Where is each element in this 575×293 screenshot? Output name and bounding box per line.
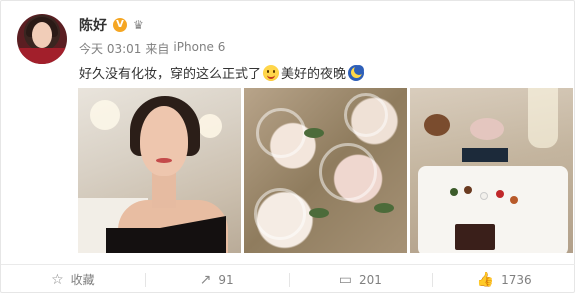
avatar[interactable]	[17, 14, 67, 64]
smile-icon	[263, 64, 280, 81]
like-icon: 👍	[476, 271, 495, 288]
post-meta: 今天 03:01 来自 iPhone 6	[79, 40, 225, 57]
vip-icon[interactable]: V	[113, 18, 127, 32]
photo-dessert[interactable]	[410, 88, 573, 253]
post-text-part2: 美好的夜晚	[281, 67, 347, 82]
photo-roses[interactable]	[244, 88, 407, 253]
photo-grid	[78, 88, 573, 253]
post-text-part1: 好久没有化妆，穿的这么正式了	[79, 67, 262, 82]
photo-selfie[interactable]	[78, 88, 241, 253]
like-count: 1736	[501, 272, 532, 287]
source-prefix: 来自	[145, 42, 170, 56]
share-button[interactable]: ↗ 91	[144, 265, 289, 293]
action-bar: ☆ 收藏 ↗ 91 ▭ 201 👍 1736	[1, 265, 575, 293]
author-name[interactable]: 陈好	[79, 15, 107, 35]
share-count: 91	[218, 272, 234, 287]
crown-icon[interactable]: ♛	[133, 18, 148, 32]
comment-count: 201	[359, 272, 382, 287]
share-icon: ↗	[199, 271, 212, 288]
comment-button[interactable]: ▭ 201	[288, 265, 433, 293]
comment-icon: ▭	[338, 271, 353, 288]
post-source[interactable]: iPhone 6	[173, 40, 225, 57]
like-button[interactable]: 👍 1736	[432, 265, 575, 293]
post-time[interactable]: 今天 03:01	[79, 40, 141, 57]
star-icon: ☆	[51, 271, 64, 288]
favorite-label: 收藏	[70, 273, 95, 287]
moon-icon	[348, 64, 365, 81]
post-text: 好久没有化妆，穿的这么正式了 美好的夜晚	[79, 63, 366, 82]
favorite-button[interactable]: ☆ 收藏	[1, 265, 145, 293]
weibo-post-card: 陈好 V ♛ 今天 03:01 来自 iPhone 6 好久没有化妆，穿的这么正…	[0, 0, 575, 293]
author-row: 陈好 V ♛	[79, 15, 148, 35]
